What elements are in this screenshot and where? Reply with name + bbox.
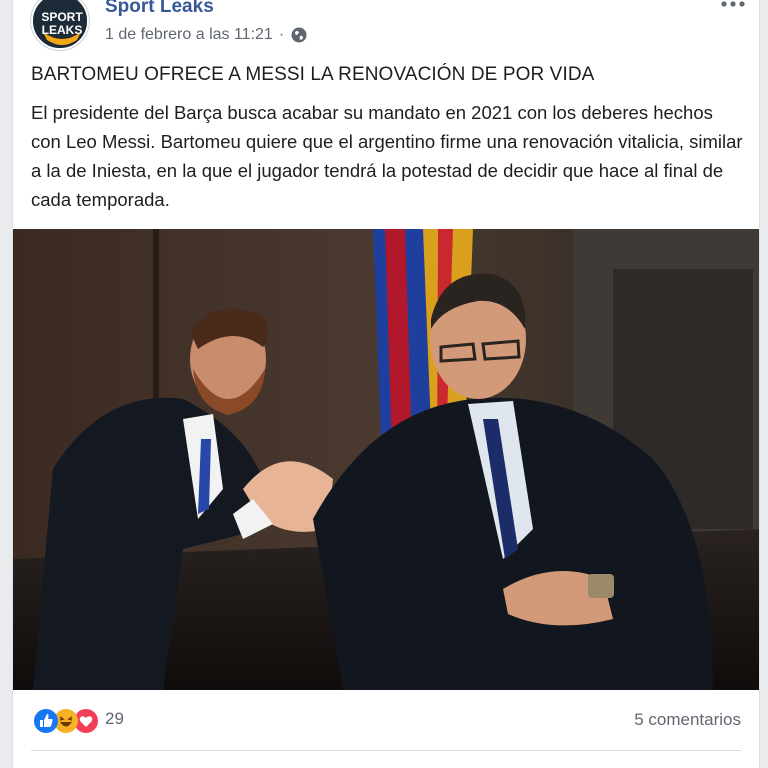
post-timestamp[interactable]: 1 de febrero a las 11:21 [105, 26, 273, 44]
photo-illustration [13, 229, 759, 690]
like-icon [31, 706, 58, 733]
reactions-summary[interactable]: 29 [31, 706, 124, 733]
post-header: SPORT LEAKS Sport Leaks 1 de febrero a l… [13, 0, 759, 56]
globe-icon[interactable] [290, 26, 308, 44]
comments-count-link[interactable]: 5 comentarios [634, 710, 741, 730]
post-body: El presidente del Barça busca acabar su … [31, 102, 743, 210]
sport-leaks-logo: SPORT LEAKS [33, 0, 87, 48]
post-headline: BARTOMEU OFRECE A MESSI LA RENOVACIÓN DE… [31, 64, 595, 85]
post-meta: 1 de febrero a las 11:21 · [105, 26, 308, 44]
avatar-text-1: SPORT [41, 10, 83, 24]
more-options-icon[interactable] [719, 0, 747, 14]
post-photo[interactable] [13, 229, 759, 690]
reaction-count: 29 [105, 709, 124, 728]
post-footer: 29 5 comentarios [13, 700, 759, 740]
page-name-link[interactable]: Sport Leaks [105, 0, 214, 18]
post-card: SPORT LEAKS Sport Leaks 1 de febrero a l… [12, 0, 760, 768]
meta-separator: · [278, 26, 285, 43]
avatar-text-2: LEAKS [42, 23, 83, 37]
footer-divider [31, 750, 741, 751]
page-avatar[interactable]: SPORT LEAKS [31, 0, 89, 50]
